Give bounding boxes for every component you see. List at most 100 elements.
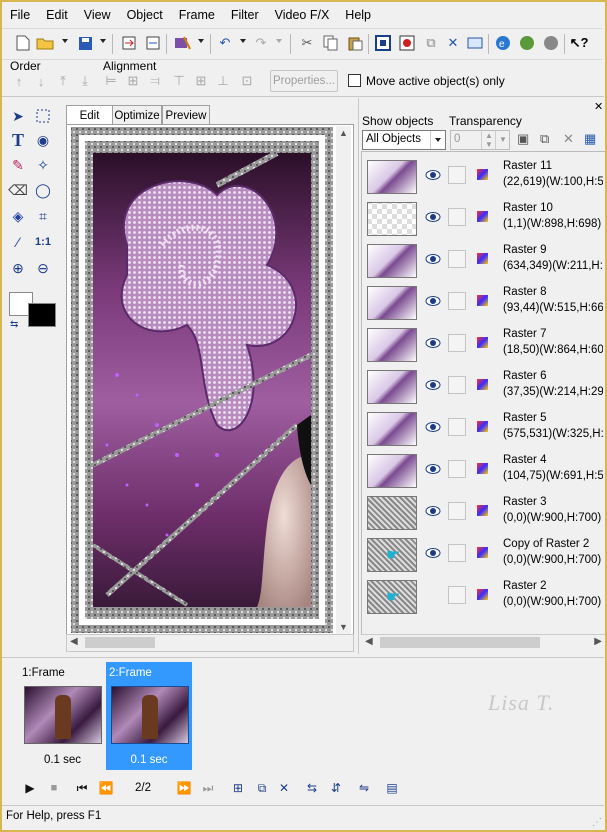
visibility-eye-icon[interactable] [425, 335, 441, 351]
layer-color-icon[interactable] [477, 337, 488, 348]
zoom-out-tool-icon[interactable]: ⊖ [33, 258, 53, 278]
menu-edit[interactable]: Edit [38, 4, 76, 26]
visibility-eye-icon[interactable] [425, 167, 441, 183]
delete-object-icon[interactable]: ✕ [563, 131, 574, 147]
menu-help[interactable]: Help [337, 4, 379, 26]
move-active-checkbox[interactable] [348, 74, 361, 87]
new-object-icon[interactable]: ▣ [517, 131, 529, 147]
visibility-eye-icon[interactable] [425, 209, 441, 225]
reverse-frames-icon[interactable]: ⇋ [354, 778, 374, 798]
lock-checkbox[interactable] [448, 460, 466, 478]
object-properties-icon[interactable]: ▦ [584, 131, 596, 147]
visibility-eye-icon[interactable] [425, 419, 441, 435]
marquee-tool-icon[interactable] [33, 106, 53, 126]
distribute-icon[interactable]: ⊡ [240, 73, 254, 89]
layer-color-icon[interactable] [477, 421, 488, 432]
tween-icon[interactable]: ⇆ [302, 778, 322, 798]
lock-checkbox[interactable] [448, 334, 466, 352]
next-frame-icon[interactable]: ⏩ [174, 778, 194, 798]
magic-wand-tool-icon[interactable]: ✧ [33, 155, 53, 175]
lock-checkbox[interactable] [448, 586, 466, 604]
visibility-eye-icon[interactable] [425, 251, 441, 267]
menu-file[interactable]: File [2, 4, 38, 26]
open-dropdown-icon[interactable] [62, 39, 68, 43]
new-file-icon[interactable] [14, 34, 32, 52]
move-up-icon[interactable]: ↑ [12, 73, 26, 89]
layer-color-icon[interactable] [477, 589, 488, 600]
layer-horizontal-scrollbar[interactable]: ◀ ▶ [362, 634, 605, 651]
move-top-icon[interactable]: ⤒ [56, 73, 70, 89]
layer-color-icon[interactable] [477, 379, 488, 390]
merge-icon[interactable]: ⧉ [422, 34, 440, 52]
layer-color-icon[interactable] [477, 211, 488, 222]
align-center-icon[interactable]: ⊞ [126, 73, 140, 89]
add-frame-icon[interactable]: ⊞ [228, 778, 248, 798]
undo-icon[interactable]: ↶ [216, 34, 234, 52]
resize-icon[interactable] [466, 34, 484, 52]
stop-icon[interactable]: ■ [44, 778, 64, 798]
last-frame-icon[interactable]: ⏭ [198, 778, 218, 798]
artwork-canvas[interactable] [67, 125, 337, 635]
layer-row[interactable]: Raster 10 (1,1)(W:898,H:698) [362, 198, 605, 238]
lock-checkbox[interactable] [448, 250, 466, 268]
save-icon[interactable] [76, 34, 94, 52]
help-pointer-icon[interactable]: ↖? [570, 34, 589, 52]
menu-view[interactable]: View [76, 4, 119, 26]
import-icon[interactable] [120, 34, 138, 52]
layer-row[interactable]: Raster 11 (22,619)(W:100,H:56) [362, 156, 605, 196]
visibility-hidden-icon[interactable] [425, 587, 441, 603]
background-color-swatch[interactable] [28, 303, 56, 327]
copy-icon[interactable] [322, 34, 340, 52]
align-left-icon[interactable]: ⊨ [104, 73, 118, 89]
layer-color-icon[interactable] [477, 463, 488, 474]
align-top-icon[interactable]: ⊤ [172, 73, 186, 89]
visibility-eye-icon[interactable] [425, 461, 441, 477]
undo-dropdown-icon[interactable] [240, 39, 246, 43]
layer-color-icon[interactable] [477, 547, 488, 558]
frame-1[interactable]: 1:Frame 0.1 sec [20, 664, 105, 768]
layer-row[interactable]: Raster 9 (634,349)(W:211,H:3 [362, 240, 605, 280]
move-down-icon[interactable]: ↓ [34, 73, 48, 89]
save-dropdown-icon[interactable] [100, 39, 106, 43]
paintbrush-tool-icon[interactable]: ✎ [8, 155, 28, 175]
tab-preview[interactable]: Preview [162, 105, 210, 125]
wizard-dropdown-icon[interactable] [198, 39, 204, 43]
frame-2[interactable]: 2:Frame 0.1 sec [106, 662, 192, 770]
lock-checkbox[interactable] [448, 376, 466, 394]
lasso-tool-icon[interactable]: ◯ [33, 180, 53, 200]
move-bottom-icon[interactable]: ⤓ [78, 73, 92, 89]
play-icon[interactable]: ▶ [20, 778, 40, 798]
lock-checkbox[interactable] [448, 292, 466, 310]
layer-row[interactable]: ☛ Copy of Raster 2 (0,0)(W:900,H:700) [362, 534, 605, 574]
tab-edit[interactable]: Edit [66, 105, 113, 126]
cut-icon[interactable]: ✂ [298, 34, 316, 52]
resize-grip-icon[interactable]: ⋰ [592, 817, 602, 828]
paste-icon[interactable] [346, 34, 364, 52]
lock-checkbox[interactable] [448, 502, 466, 520]
canvas-area[interactable] [66, 124, 354, 636]
tab-optimize[interactable]: Optimize [112, 105, 162, 125]
wizard-icon[interactable] [174, 34, 192, 52]
layer-row[interactable]: Raster 3 (0,0)(W:900,H:700) [362, 492, 605, 532]
align-middle-icon[interactable]: ⊞ [194, 73, 208, 89]
transparency-stepper[interactable]: 0 ▲ ▼ ▼ [450, 130, 510, 150]
layer-row[interactable]: Raster 4 (104,75)(W:691,H:54 [362, 450, 605, 490]
layer-color-icon[interactable] [477, 505, 488, 516]
visibility-eye-icon[interactable] [425, 293, 441, 309]
swap-colors-icon[interactable]: ⇆ [10, 319, 18, 330]
layer-row[interactable]: Raster 5 (575,531)(W:325,H:1 [362, 408, 605, 448]
menu-video-fx[interactable]: Video F/X [267, 4, 338, 26]
layer-row[interactable]: ☛ Raster 2 (0,0)(W:900,H:700) [362, 576, 605, 616]
panel-close-icon[interactable]: ✕ [594, 100, 603, 113]
show-objects-select[interactable]: All Objects [362, 130, 446, 150]
export-icon[interactable] [144, 34, 162, 52]
menu-frame[interactable]: Frame [171, 4, 223, 26]
transform-tool-icon[interactable]: ⌗ [33, 206, 53, 226]
canvas-horizontal-scrollbar[interactable]: ◀ [66, 634, 354, 652]
visibility-eye-icon[interactable] [425, 503, 441, 519]
internet-explorer-icon[interactable]: e [494, 34, 512, 52]
layer-color-icon[interactable] [477, 169, 488, 180]
menu-filter[interactable]: Filter [223, 4, 267, 26]
align-right-icon[interactable]: ⫤ [148, 73, 162, 89]
pointer-tool-icon[interactable]: ➤ [8, 106, 28, 126]
